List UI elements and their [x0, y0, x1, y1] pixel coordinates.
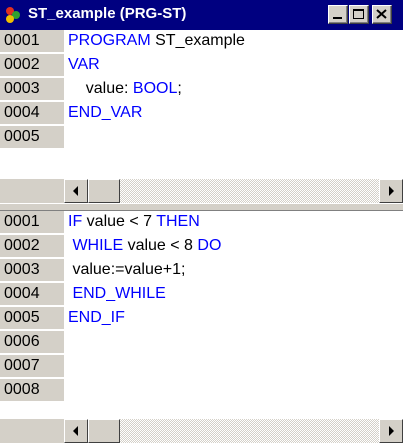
line-number: 0005 [0, 307, 64, 330]
program-icon [6, 7, 20, 23]
code-text[interactable]: PROGRAM ST_example [68, 30, 245, 54]
code-line[interactable]: 0001 IF value < 7 THEN [0, 211, 403, 235]
keyword-token: VAR [68, 56, 100, 73]
code-line[interactable]: 0005 [0, 126, 403, 150]
arrow-left-icon [73, 426, 78, 436]
editor-window: ST_example (PRG-ST) 0001 PROGRAM ST_examp… [0, 0, 403, 443]
arrow-right-icon [389, 186, 394, 196]
line-number: 0006 [0, 331, 64, 354]
scroll-left-button[interactable] [64, 179, 88, 203]
line-number: 0001 [0, 30, 64, 53]
keyword-token: END_IF [68, 309, 125, 326]
code-line[interactable]: 0007 [0, 355, 403, 379]
keyword-token: END_WHILE [68, 285, 166, 302]
arrow-left-icon [73, 186, 78, 196]
scroll-right-button[interactable] [379, 179, 403, 203]
code-token: ST_example [150, 32, 245, 49]
keyword-token: DO [197, 237, 222, 254]
scroll-left-button[interactable] [64, 419, 88, 443]
line-number: 0002 [0, 54, 64, 77]
code-text[interactable]: value: BOOL; [68, 78, 182, 102]
code-line[interactable]: 0008 [0, 379, 403, 403]
code-text[interactable]: VAR [68, 54, 100, 78]
line-number: 0003 [0, 78, 64, 101]
keyword-token: IF [68, 213, 83, 230]
code-token: value: [68, 80, 133, 97]
pane-splitter[interactable] [0, 203, 403, 211]
body-hscrollbar[interactable] [64, 419, 403, 443]
maximize-icon [353, 9, 364, 19]
code-line[interactable]: 0001 PROGRAM ST_example [0, 30, 403, 54]
code-token: ; [177, 80, 182, 97]
code-line[interactable]: 0006 [0, 331, 403, 355]
line-number: 0001 [0, 211, 64, 234]
line-number: 0004 [0, 102, 64, 125]
keyword-token: END_VAR [68, 104, 143, 121]
scroll-right-button[interactable] [379, 419, 403, 443]
line-number: 0005 [0, 126, 64, 149]
code-token: value < 7 [82, 213, 157, 230]
keyword-token: THEN [156, 213, 200, 230]
code-text[interactable]: value:=value+1; [68, 259, 185, 283]
arrow-right-icon [389, 426, 394, 436]
code-line[interactable]: 0004 END_WHILE [0, 283, 403, 307]
body-pane[interactable]: 0001 IF value < 7 THEN 0002 WHILE value < … [0, 211, 403, 419]
code-line[interactable]: 0005 END_IF [0, 307, 403, 331]
keyword-token: WHILE [68, 237, 124, 254]
code-text[interactable]: END_VAR [68, 102, 142, 126]
minimize-button[interactable] [328, 5, 348, 24]
line-number: 0007 [0, 355, 64, 378]
declaration-hscrollbar[interactable] [64, 179, 403, 203]
code-text[interactable]: END_WHILE [68, 283, 166, 307]
line-number: 0004 [0, 283, 64, 306]
keyword-token: PROGRAM [68, 32, 151, 49]
code-line[interactable]: 0002 VAR [0, 54, 403, 78]
scroll-thumb[interactable] [88, 179, 120, 203]
code-text[interactable]: WHILE value < 8 DO [68, 235, 221, 259]
body-gutter-strip [0, 419, 64, 443]
code-token: value < 8 [123, 237, 198, 254]
code-token: value:=value+1; [68, 261, 186, 278]
code-line[interactable]: 0003 value: BOOL; [0, 78, 403, 102]
code-text[interactable]: IF value < 7 THEN [68, 211, 200, 235]
code-line[interactable]: 0003 value:=value+1; [0, 259, 403, 283]
window-title: ST_example (PRG-ST) [28, 5, 187, 22]
code-line[interactable]: 0004 END_VAR [0, 102, 403, 126]
maximize-button[interactable] [349, 5, 369, 24]
keyword-token: BOOL [132, 80, 178, 97]
code-line[interactable]: 0002 WHILE value < 8 DO [0, 235, 403, 259]
code-text[interactable]: END_IF [68, 307, 125, 331]
close-button[interactable] [372, 5, 392, 24]
declaration-pane[interactable]: 0001 PROGRAM ST_example 0002 VAR 0003 value:… [0, 30, 403, 179]
line-number: 0003 [0, 259, 64, 282]
title-bar[interactable]: ST_example (PRG-ST) [0, 0, 403, 30]
line-number: 0002 [0, 235, 64, 258]
minimize-icon [333, 17, 342, 19]
scroll-thumb[interactable] [88, 419, 120, 443]
close-icon [376, 9, 387, 19]
line-number: 0008 [0, 379, 64, 402]
declaration-gutter-strip [0, 179, 64, 203]
